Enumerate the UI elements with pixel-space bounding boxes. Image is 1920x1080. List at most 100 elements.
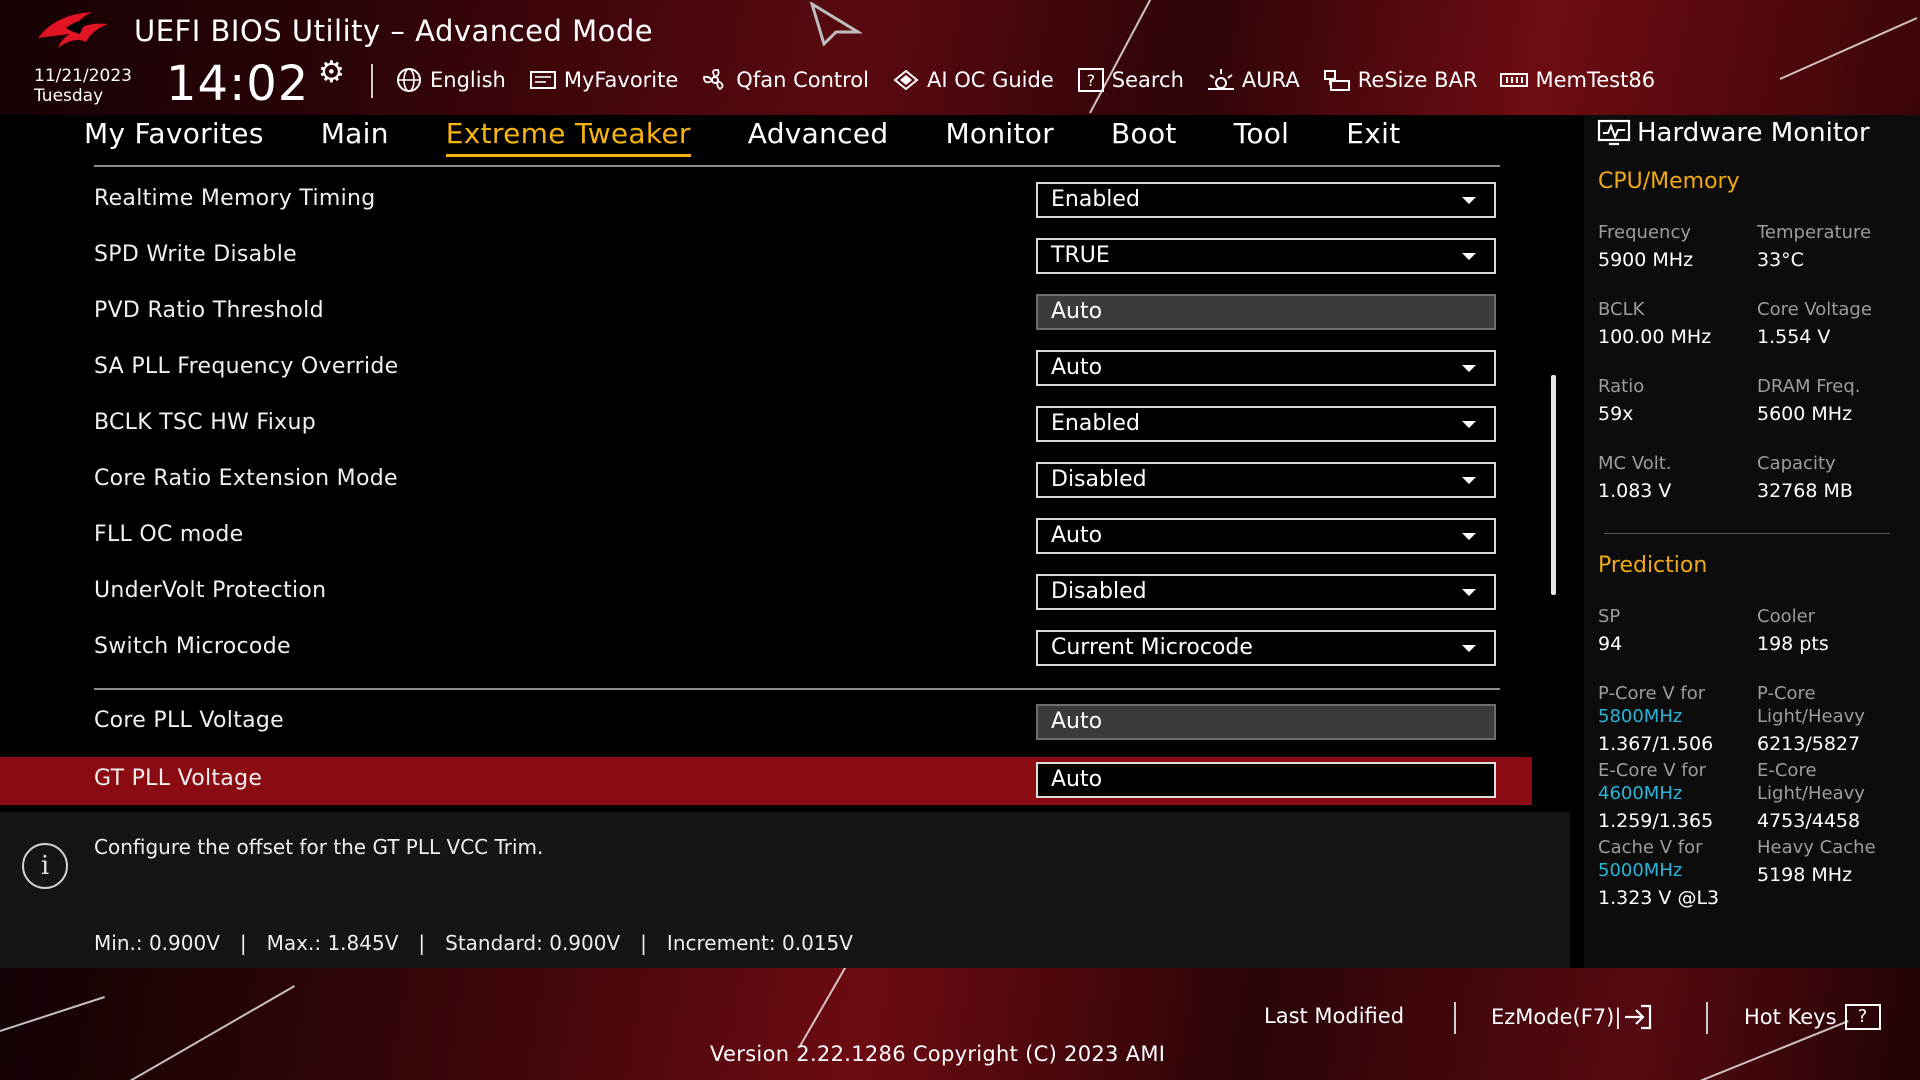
clock: 14:02 bbox=[166, 56, 310, 112]
setting-row-switch-microcode[interactable]: Switch Microcode Current Microcode bbox=[0, 625, 1532, 675]
switch-microcode-dropdown[interactable]: Current Microcode bbox=[1036, 630, 1496, 666]
ezmode-button[interactable]: EzMode(F7)| bbox=[1491, 1004, 1653, 1030]
setting-row-sa-pll-frequency-override[interactable]: SA PLL Frequency Override Auto bbox=[0, 345, 1532, 395]
undervolt-protection-dropdown[interactable]: Disabled bbox=[1036, 574, 1496, 610]
gear-icon[interactable]: ⚙ bbox=[318, 58, 345, 88]
core-ratio-extension-mode-dropdown[interactable]: Disabled bbox=[1036, 462, 1496, 498]
setting-row-undervolt-protection[interactable]: UnderVolt Protection Disabled bbox=[0, 569, 1532, 619]
tab-boot[interactable]: Boot bbox=[1111, 117, 1177, 157]
ecore-light-heavy-sublabel: Light/Heavy bbox=[1757, 783, 1865, 804]
limit-separator: | bbox=[418, 931, 426, 955]
bclk-label: BCLK bbox=[1598, 299, 1645, 320]
ecore-v-value: 1.259/1.365 bbox=[1598, 810, 1714, 832]
search-icon: ? bbox=[1077, 68, 1104, 92]
capacity-value: 32768 MB bbox=[1757, 480, 1853, 502]
dropdown-value: Enabled bbox=[1051, 411, 1140, 436]
spd-write-disable-dropdown[interactable]: TRUE bbox=[1036, 238, 1496, 274]
setting-label: BCLK TSC HW Fixup bbox=[94, 410, 316, 435]
rog-logo-icon bbox=[38, 12, 108, 48]
ecore-light-heavy-label: E-Core bbox=[1757, 760, 1817, 781]
hardware-monitor-divider bbox=[1604, 533, 1890, 534]
value-limits: Min.: 0.900V | Max.: 1.845V | Standard: … bbox=[94, 931, 853, 955]
setting-label: Switch Microcode bbox=[94, 634, 291, 659]
tab-exit[interactable]: Exit bbox=[1346, 117, 1400, 157]
sa-pll-frequency-override-dropdown[interactable]: Auto bbox=[1036, 350, 1496, 386]
aura-label: AURA bbox=[1241, 68, 1300, 92]
setting-row-realtime-memory-timing[interactable]: Realtime Memory Timing Enabled bbox=[0, 177, 1532, 227]
hot-keys-label: Hot Keys bbox=[1744, 1005, 1837, 1029]
gt-pll-voltage-field[interactable]: Auto bbox=[1036, 762, 1496, 798]
bclk-tsc-hw-fixup-dropdown[interactable]: Enabled bbox=[1036, 406, 1496, 442]
memtest86-button[interactable]: MemTest86 bbox=[1499, 67, 1655, 93]
setting-label: UnderVolt Protection bbox=[94, 578, 327, 603]
realtime-memory-timing-dropdown[interactable]: Enabled bbox=[1036, 182, 1496, 218]
myfavorite-label: MyFavorite bbox=[563, 68, 679, 92]
last-modified-label: Last Modified bbox=[1264, 1004, 1405, 1028]
frequency-label: Frequency bbox=[1598, 222, 1691, 243]
dropdown-arrow-icon bbox=[1462, 197, 1476, 204]
capacity-label: Capacity bbox=[1757, 453, 1836, 474]
limit-min: Min.: 0.900V bbox=[94, 931, 220, 955]
resize-bar-button[interactable]: ReSize BAR bbox=[1322, 67, 1477, 93]
ai-oc-guide-button[interactable]: AI OC Guide bbox=[891, 67, 1054, 93]
help-question-icon: ? bbox=[1844, 1004, 1881, 1030]
setting-label: SPD Write Disable bbox=[94, 242, 297, 267]
setting-row-gt-pll-voltage[interactable]: GT PLL Voltage Auto bbox=[0, 757, 1532, 805]
setting-row-bclk-tsc-hw-fixup[interactable]: BCLK TSC HW Fixup Enabled bbox=[0, 401, 1532, 451]
ratio-label: Ratio bbox=[1598, 376, 1645, 397]
myfavorite-button[interactable]: MyFavorite bbox=[528, 67, 678, 93]
hot-keys-button[interactable]: Hot Keys ? bbox=[1744, 1004, 1881, 1030]
tab-tool[interactable]: Tool bbox=[1234, 117, 1290, 157]
ratio-value: 59x bbox=[1598, 403, 1634, 425]
dropdown-value: Current Microcode bbox=[1051, 635, 1253, 660]
tab-monitor[interactable]: Monitor bbox=[945, 117, 1054, 157]
pvd-ratio-threshold-field[interactable]: Auto bbox=[1036, 294, 1496, 330]
svg-text:?: ? bbox=[1087, 71, 1096, 90]
help-description: Configure the offset for the GT PLL VCC … bbox=[94, 835, 544, 859]
mouse-cursor-icon bbox=[809, 2, 862, 46]
favorite-icon bbox=[529, 71, 556, 89]
setting-row-pvd-ratio-threshold[interactable]: PVD Ratio Threshold Auto bbox=[0, 289, 1532, 339]
qfan-control-button[interactable]: Qfan Control bbox=[700, 67, 869, 93]
core-pll-voltage-field[interactable]: Auto bbox=[1036, 704, 1496, 740]
sp-value: 94 bbox=[1598, 633, 1623, 655]
dropdown-value: TRUE bbox=[1051, 243, 1110, 268]
dram-freq-value: 5600 MHz bbox=[1757, 403, 1853, 425]
setting-row-spd-write-disable[interactable]: SPD Write Disable TRUE bbox=[0, 233, 1532, 283]
dropdown-value: Enabled bbox=[1051, 187, 1140, 212]
setting-label: Core Ratio Extension Mode bbox=[94, 466, 398, 491]
language-button[interactable]: English bbox=[394, 67, 506, 93]
tab-my-favorites[interactable]: My Favorites bbox=[84, 117, 264, 157]
setting-row-core-pll-voltage[interactable]: Core PLL Voltage Auto bbox=[0, 699, 1532, 749]
prediction-heading: Prediction bbox=[1598, 553, 1708, 578]
dropdown-arrow-icon bbox=[1462, 253, 1476, 260]
limit-separator: | bbox=[640, 931, 647, 955]
fll-oc-mode-dropdown[interactable]: Auto bbox=[1036, 518, 1496, 554]
dropdown-arrow-icon bbox=[1462, 421, 1476, 428]
last-modified-button[interactable]: Last Modified bbox=[1264, 1004, 1404, 1028]
sp-label: SP bbox=[1598, 606, 1621, 627]
settings-scrollbar[interactable] bbox=[1551, 375, 1556, 595]
menu-divider bbox=[94, 165, 1500, 167]
dropdown-value: Disabled bbox=[1051, 579, 1147, 604]
setting-row-fll-oc-mode[interactable]: FLL OC mode Auto bbox=[0, 513, 1532, 563]
cooler-value: 198 pts bbox=[1757, 633, 1829, 655]
tab-advanced[interactable]: Advanced bbox=[748, 117, 889, 157]
ecore-v-frequency: 4600MHz bbox=[1598, 783, 1683, 804]
footer-divider bbox=[1454, 1002, 1456, 1034]
setting-label: Realtime Memory Timing bbox=[94, 186, 376, 211]
search-button[interactable]: ? Search bbox=[1076, 67, 1184, 93]
tab-main[interactable]: Main bbox=[321, 117, 389, 157]
dram-freq-label: DRAM Freq. bbox=[1757, 376, 1861, 397]
setting-row-core-ratio-extension-mode[interactable]: Core Ratio Extension Mode Disabled bbox=[0, 457, 1532, 507]
dropdown-value: Auto bbox=[1051, 523, 1103, 548]
bclk-value: 100.00 MHz bbox=[1598, 326, 1712, 348]
aura-button[interactable]: AURA bbox=[1206, 67, 1300, 93]
ezmode-label: EzMode(F7)| bbox=[1491, 1005, 1622, 1029]
qfan-control-label: Qfan Control bbox=[736, 68, 869, 92]
exit-arrow-icon bbox=[1625, 1004, 1652, 1030]
tab-extreme-tweaker[interactable]: Extreme Tweaker bbox=[445, 117, 691, 157]
ai-oc-icon bbox=[893, 69, 919, 91]
ai-oc-guide-label: AI OC Guide bbox=[926, 68, 1054, 92]
language-label: English bbox=[430, 68, 506, 92]
